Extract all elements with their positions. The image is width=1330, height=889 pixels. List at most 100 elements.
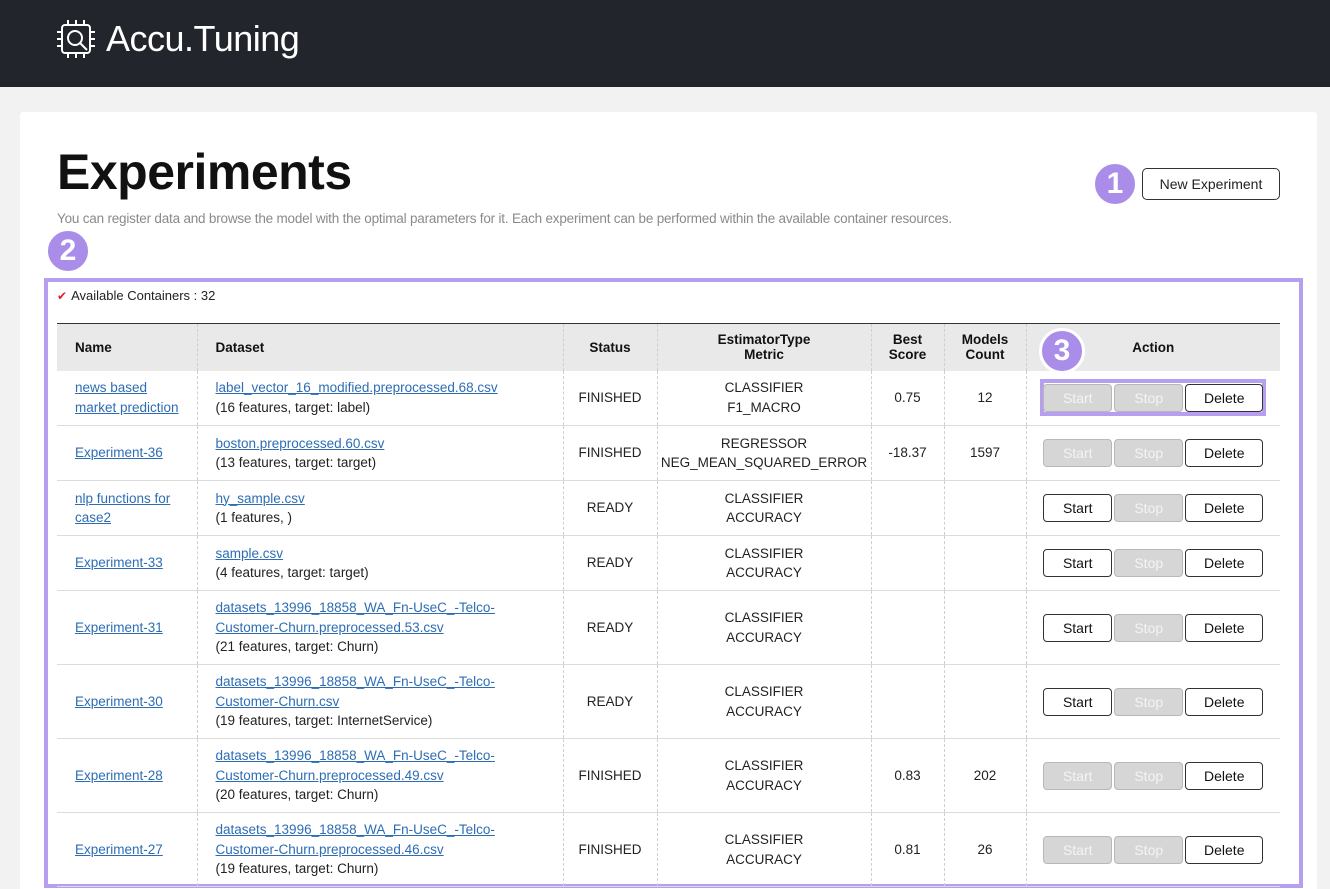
cell-status: FINISHED xyxy=(562,425,657,481)
cell-status: READY xyxy=(562,480,657,536)
dataset-link[interactable]: sample.csv xyxy=(216,546,284,561)
cell-status: READY xyxy=(562,590,657,665)
delete-button[interactable]: Delete xyxy=(1185,549,1264,577)
cell-name: Experiment-36 xyxy=(57,425,197,481)
delete-button[interactable]: Delete xyxy=(1185,613,1264,642)
estimator-type: CLASSIFIER xyxy=(724,684,804,699)
start-button[interactable]: Start xyxy=(1043,383,1113,412)
dataset-link[interactable]: datasets_13996_18858_WA_Fn-UseC_-Telco-C… xyxy=(216,822,495,857)
experiment-name-link[interactable]: news based market prediction xyxy=(75,380,179,415)
dataset-info: (16 features, target: label) xyxy=(215,399,371,415)
delete-button[interactable]: Delete xyxy=(1185,835,1264,864)
table-row: Experiment-33 sample.csv (4 features, targ… xyxy=(57,535,1280,591)
stop-button[interactable]: Stop xyxy=(1114,439,1184,467)
cell-estimator: CLASSIFIER ACCURACY xyxy=(656,812,871,887)
experiment-name-link[interactable]: Experiment-33 xyxy=(75,555,163,570)
cell-models-count xyxy=(943,480,1026,536)
cell-name: nlp functions for case2 xyxy=(57,480,197,536)
start-button[interactable]: Start xyxy=(1043,549,1113,577)
header-count-line1: Models xyxy=(961,332,1009,348)
stop-button[interactable]: Stop xyxy=(1114,494,1184,522)
dataset-link[interactable]: label_vector_16_modified.preprocessed.68… xyxy=(216,380,498,395)
stop-button[interactable]: Stop xyxy=(1114,383,1184,412)
cell-best-score: -18.37 xyxy=(870,425,944,481)
header-models-count: Models Count xyxy=(943,323,1026,371)
delete-button[interactable]: Delete xyxy=(1185,439,1264,467)
cell-dataset: datasets_13996_18858_WA_Fn-UseC_-Telco-C… xyxy=(196,738,563,813)
stop-button[interactable]: Stop xyxy=(1114,613,1184,642)
table-row: nlp functions for case2 hy_sample.csv (1 f… xyxy=(57,480,1281,536)
start-button[interactable]: Start xyxy=(1043,687,1113,716)
cell-dataset: datasets_13996_18858_WA_Fn-UseC_-Telco-C… xyxy=(196,590,563,665)
experiment-name-link[interactable]: Experiment-27 xyxy=(75,842,163,857)
table-row: Experiment-31 datasets_13996_18858_WA_Fn-… xyxy=(57,590,1280,665)
cell-estimator: CLASSIFIER ACCURACY xyxy=(656,535,871,591)
estimator-type: CLASSIFIER xyxy=(724,758,804,773)
header-best-score: Best Score xyxy=(870,323,944,371)
delete-button[interactable]: Delete xyxy=(1185,687,1264,716)
start-button[interactable]: Start xyxy=(1043,835,1113,864)
dataset-link[interactable]: boston.preprocessed.60.csv xyxy=(216,436,385,451)
table-row: news based market prediction label_vector… xyxy=(57,370,1281,426)
cell-best-score xyxy=(870,664,944,739)
table-body: news based market prediction label_vector… xyxy=(57,370,1281,887)
cell-action: Start Stop Delete xyxy=(1025,590,1280,665)
dataset-info: (20 features, target: Churn) xyxy=(215,787,379,803)
cell-estimator: REGRESSOR NEG_MEAN_SQUARED_ERROR xyxy=(656,425,871,481)
start-button[interactable]: Start xyxy=(1043,439,1113,467)
header-status: Status xyxy=(562,323,657,371)
action-buttons: Start Stop Delete xyxy=(1027,494,1281,522)
cell-dataset: label_vector_16_modified.preprocessed.68… xyxy=(196,370,563,426)
metric: F1_MACRO xyxy=(727,399,801,415)
start-button[interactable]: Start xyxy=(1043,761,1113,790)
table-row: Experiment-27 datasets_13996_18858_WA_Fn-… xyxy=(57,812,1280,887)
delete-button[interactable]: Delete xyxy=(1185,494,1264,522)
dataset-link[interactable]: datasets_13996_18858_WA_Fn-UseC_-Telco-C… xyxy=(216,748,495,783)
stop-button[interactable]: Stop xyxy=(1114,761,1184,790)
stop-button[interactable]: Stop xyxy=(1114,687,1184,716)
dataset-link[interactable]: hy_sample.csv xyxy=(216,491,305,506)
start-button[interactable]: Start xyxy=(1043,613,1113,642)
metric: ACCURACY xyxy=(726,629,802,645)
action-buttons: Start Stop Delete xyxy=(1027,383,1281,412)
cell-name: Experiment-31 xyxy=(57,590,197,665)
action-buttons: Start Stop Delete xyxy=(1027,687,1281,716)
cell-dataset: sample.csv (4 features, target: target) xyxy=(196,535,563,591)
brand[interactable]: Accu.Tuning xyxy=(56,18,300,60)
cell-best-score xyxy=(870,535,944,591)
cell-action: Start Stop Delete xyxy=(1025,738,1281,813)
experiment-name-link[interactable]: nlp functions for case2 xyxy=(75,491,170,526)
cell-action: Start Stop Delete xyxy=(1025,535,1280,591)
experiment-name-link[interactable]: Experiment-28 xyxy=(75,768,163,783)
metric: ACCURACY xyxy=(726,510,802,525)
stop-button[interactable]: Stop xyxy=(1114,549,1184,577)
callout-badge-2: 2 xyxy=(45,228,91,274)
cell-dataset: datasets_13996_18858_WA_Fn-UseC_-Telco-C… xyxy=(196,812,563,887)
new-experiment-button[interactable]: New Experiment xyxy=(1142,168,1280,200)
experiment-name-link[interactable]: Experiment-30 xyxy=(75,694,163,709)
estimator-type: CLASSIFIER xyxy=(724,545,804,561)
cell-name: news based market prediction xyxy=(57,370,197,426)
cell-models-count xyxy=(943,664,1026,739)
dataset-info: (4 features, target: target) xyxy=(215,565,369,580)
cell-best-score: 0.83 xyxy=(870,738,944,813)
dataset-info: (13 features, target: target) xyxy=(215,455,377,470)
cell-status: FINISHED xyxy=(562,812,657,887)
stop-button[interactable]: Stop xyxy=(1114,835,1184,864)
action-buttons: Start Stop Delete xyxy=(1027,761,1281,790)
delete-button[interactable]: Delete xyxy=(1185,761,1264,790)
cell-estimator: CLASSIFIER ACCURACY xyxy=(656,480,871,536)
start-button[interactable]: Start xyxy=(1043,494,1113,522)
cell-status: READY xyxy=(562,664,657,739)
header-score-line1: Best xyxy=(892,332,923,348)
dataset-link[interactable]: datasets_13996_18858_WA_Fn-UseC_-Telco-C… xyxy=(216,600,495,635)
experiment-name-link[interactable]: Experiment-36 xyxy=(75,445,163,460)
dataset-link[interactable]: datasets_13996_18858_WA_Fn-UseC_-Telco-C… xyxy=(216,674,495,709)
dataset-info: (19 features, target: InternetService) xyxy=(215,713,433,729)
estimator-type: CLASSIFIER xyxy=(724,380,804,396)
callout-badge-3: 3 xyxy=(1039,328,1085,374)
cell-name: Experiment-28 xyxy=(57,738,197,813)
cell-models-count xyxy=(943,590,1026,665)
delete-button[interactable]: Delete xyxy=(1185,383,1264,412)
experiment-name-link[interactable]: Experiment-31 xyxy=(75,620,163,635)
